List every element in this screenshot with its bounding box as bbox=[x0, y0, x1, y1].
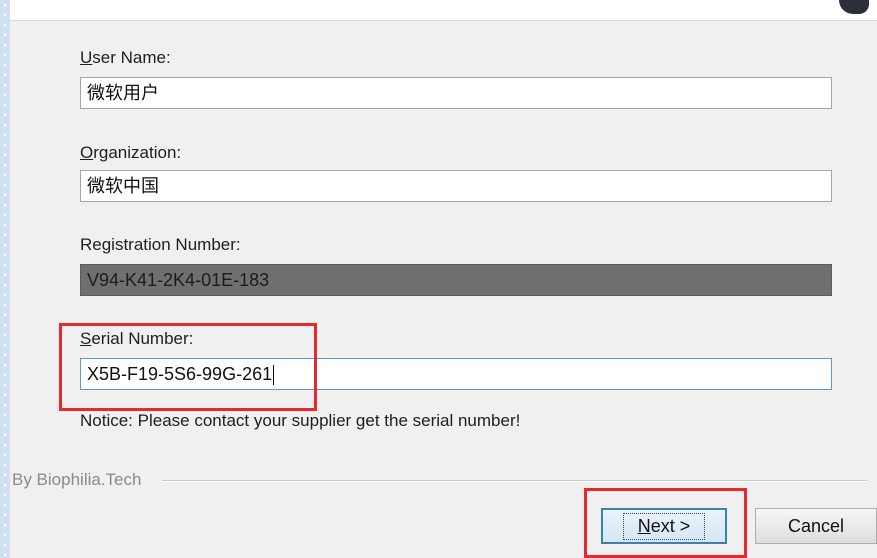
organization-field[interactable]: 微软中国 bbox=[80, 170, 832, 202]
user-name-field[interactable]: 微软用户 bbox=[80, 77, 832, 109]
dialog-header-strip bbox=[10, 0, 877, 21]
text-caret bbox=[273, 365, 275, 386]
organization-value: 微软中国 bbox=[87, 176, 159, 196]
serial-number-label-text: erial Number: bbox=[91, 329, 194, 348]
footer-credit: By Biophilia.Tech bbox=[12, 470, 142, 489]
serial-number-accel: S bbox=[80, 329, 92, 348]
registration-number-field: V94-K41-2K4-01E-183 bbox=[80, 264, 832, 296]
serial-number-label: Serial Number: bbox=[80, 329, 193, 349]
user-name-label-text: ser Name: bbox=[92, 48, 171, 67]
organization-accel: O bbox=[80, 143, 94, 162]
next-button[interactable]: Next > bbox=[601, 508, 727, 544]
organization-label-text: rganization: bbox=[93, 143, 182, 162]
serial-number-field[interactable]: X5B-F19-5S6-99G-261 bbox=[80, 358, 832, 390]
user-name-accel: U bbox=[80, 48, 93, 67]
next-accel: N bbox=[637, 515, 651, 536]
organization-label: Organization: bbox=[80, 143, 181, 163]
footer-separator bbox=[162, 480, 867, 482]
user-name-label: User Name: bbox=[80, 48, 171, 68]
registration-number-label: Registration Number: bbox=[80, 235, 241, 254]
next-label: ext > bbox=[650, 515, 691, 536]
next-button-focus-rect: Next > bbox=[622, 512, 706, 540]
cancel-label: Cancel bbox=[787, 515, 845, 536]
serial-number-value: X5B-F19-5S6-99G-261 bbox=[87, 364, 273, 384]
user-name-value: 微软用户 bbox=[87, 83, 159, 103]
registration-number-value: V94-K41-2K4-01E-183 bbox=[87, 270, 270, 290]
serial-notice: Notice: Please contact your supplier get… bbox=[80, 411, 521, 430]
cancel-button[interactable]: Cancel bbox=[755, 508, 877, 544]
registration-dialog: User Name: 微软用户 Organization: 微软中国 Regis… bbox=[10, 0, 877, 558]
